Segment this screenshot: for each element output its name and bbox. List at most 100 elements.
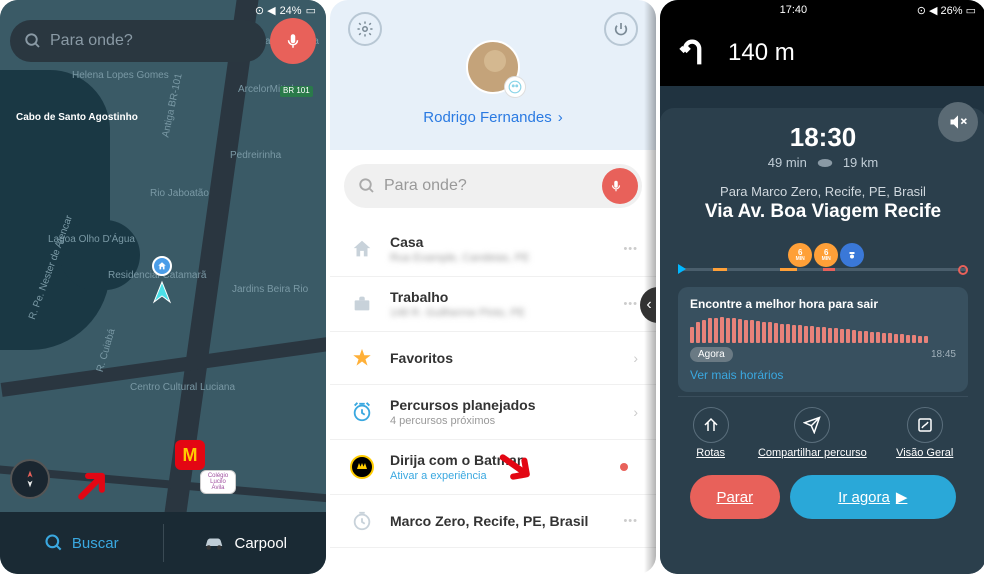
- username-link[interactable]: Rodrigo Fernandes ›: [423, 109, 562, 138]
- traffic-bars: [690, 317, 956, 343]
- route-screen: 17:40 ⊙ ◀ 26% ▭ 140 m 18:30 49 min 19 km…: [660, 0, 984, 574]
- menu-item-recent[interactable]: Marco Zero, Recife, PE, Brasil •••: [330, 495, 656, 548]
- search-icon: [24, 32, 42, 50]
- now-badge: Agora: [690, 347, 733, 362]
- voice-search-button[interactable]: [270, 18, 316, 64]
- search-placeholder: Para onde?: [50, 32, 133, 50]
- more-icon[interactable]: •••: [623, 243, 638, 255]
- more-icon[interactable]: •••: [623, 515, 638, 527]
- item-title: Percursos planejados: [390, 397, 633, 413]
- eta-block: 18:30 49 min 19 km: [678, 122, 968, 170]
- map-label: Rio Jaboatão: [150, 188, 209, 199]
- power-button[interactable]: [604, 12, 638, 46]
- menu-item-planned[interactable]: Percursos planejados 4 percursos próximos…: [330, 385, 656, 440]
- item-title: Casa: [390, 234, 623, 250]
- timeline-end-icon: [958, 265, 968, 275]
- buscar-tab[interactable]: Buscar: [0, 512, 163, 574]
- map-label: Helena Lopes Gomes: [72, 70, 169, 81]
- voice-search-button[interactable]: [602, 168, 638, 204]
- chevron-right-icon: ›: [558, 109, 563, 126]
- map-label: Cabo de Santo Agostinho: [16, 112, 138, 123]
- location-indicator-icon: ⊙ ◀: [917, 5, 941, 17]
- route-timeline: 6MIN 6MIN: [678, 241, 968, 271]
- item-title: Dirija com o Batman: [390, 452, 620, 468]
- share-button[interactable]: Compartilhar percurso: [758, 407, 867, 459]
- star-icon: [348, 344, 376, 372]
- route-panel: 18:30 49 min 19 km Para Marco Zero, Reci…: [660, 108, 984, 574]
- briefcase-icon: [348, 290, 376, 318]
- search-icon: [358, 177, 376, 195]
- notification-dot-icon: [620, 463, 628, 471]
- stop-button[interactable]: Parar: [690, 475, 780, 519]
- item-title: Favoritos: [390, 350, 633, 366]
- menu-item-home[interactable]: Casa Rua Example, Candeias, PE •••: [330, 222, 656, 277]
- search-bar[interactable]: Para onde?: [10, 20, 266, 62]
- arrival-time: 18:30: [678, 122, 968, 153]
- uturn-icon: [678, 36, 712, 70]
- map-label: Jardins Beira Rio: [232, 284, 308, 295]
- send-icon: [803, 416, 821, 434]
- clock-text: 17:40: [780, 4, 808, 16]
- overview-icon: [916, 416, 934, 434]
- carpool-tab[interactable]: Carpool: [164, 512, 327, 574]
- hazard-badge: 6MIN: [814, 243, 838, 267]
- menu-item-work[interactable]: Trabalho148 R. Guilherme Pinto, PE •••: [330, 277, 656, 332]
- lucilo-poi[interactable]: Colégio Lucilo Ávila: [200, 470, 236, 494]
- share-label: Compartilhar percurso: [758, 447, 867, 459]
- routes-label: Rotas: [696, 447, 725, 459]
- speaker-mute-icon: [948, 112, 968, 132]
- best-time-card[interactable]: Encontre a melhor hora para sair Agora 1…: [678, 287, 968, 392]
- more-icon[interactable]: •••: [623, 298, 638, 310]
- battery-icon: ▭: [306, 4, 316, 17]
- go-label: Ir agora: [838, 489, 890, 506]
- mute-button[interactable]: [938, 102, 978, 142]
- search-placeholder: Para onde?: [384, 177, 467, 195]
- menu-list: Casa Rua Example, Candeias, PE ••• Trabal…: [330, 222, 656, 574]
- status-bar: 17:40 ⊙ ◀ 26% ▭: [660, 0, 984, 20]
- clock-icon: [348, 398, 376, 426]
- distance-text: 19 km: [843, 155, 878, 170]
- compass-button[interactable]: [10, 459, 50, 499]
- go-now-button[interactable]: Ir agora ▶: [790, 475, 956, 519]
- item-sub: Rua Example, Candeias, PE: [390, 252, 623, 264]
- compass-icon: [20, 469, 40, 489]
- gear-icon: [356, 20, 374, 38]
- mcdonalds-poi[interactable]: M: [175, 440, 205, 470]
- routes-button[interactable]: Rotas: [693, 407, 729, 459]
- distance-text: 140 m: [728, 39, 795, 67]
- power-icon: [613, 21, 629, 37]
- more-times-link[interactable]: Ver mais horários: [690, 368, 956, 382]
- mic-icon: [609, 179, 623, 193]
- search-bar[interactable]: Para onde?: [344, 164, 642, 208]
- map-screen: Mineração Aurora Helena Lopes Gomes Arce…: [0, 0, 326, 574]
- battery-text: 24%: [280, 5, 302, 17]
- overview-button[interactable]: Visão Geral: [896, 407, 953, 459]
- overview-label: Visão Geral: [896, 447, 953, 459]
- settings-button[interactable]: [348, 12, 382, 46]
- search-icon: [44, 533, 64, 553]
- car-icon: [202, 534, 226, 552]
- item-sub: Ativar a experiência: [390, 470, 620, 482]
- mood-badge-icon: [504, 76, 526, 98]
- battery-text: 26%: [941, 5, 963, 17]
- profile-header: Rodrigo Fernandes ›: [330, 0, 656, 150]
- timeline-start-icon: [678, 264, 686, 274]
- stop-label: Parar: [716, 489, 753, 506]
- option-row: Rotas Compartilhar percurso Visão Geral: [678, 396, 968, 467]
- chevron-right-icon: ›: [633, 404, 638, 420]
- menu-item-favorites[interactable]: Favoritos ›: [330, 332, 656, 385]
- home-pin-icon[interactable]: [152, 256, 172, 276]
- map-canvas[interactable]: Mineração Aurora Helena Lopes Gomes Arce…: [0, 0, 326, 512]
- dest-to: Para Marco Zero, Recife, PE, Brasil: [678, 184, 968, 199]
- bottom-nav: Buscar Carpool: [0, 512, 326, 574]
- username-text: Rodrigo Fernandes: [423, 109, 551, 126]
- chevron-left-icon: ‹: [646, 296, 651, 314]
- map-label: Centro Cultural Luciana: [130, 382, 235, 393]
- time-end: 18:45: [931, 349, 956, 360]
- item-sub: 4 percursos próximos: [390, 415, 633, 427]
- player-marker-icon: [150, 280, 174, 304]
- mic-icon: [284, 32, 302, 50]
- play-icon: ▶: [896, 488, 908, 506]
- hazard-badge: 6MIN: [788, 243, 812, 267]
- menu-item-batman[interactable]: Dirija com o Batman Ativar a experiência: [330, 440, 656, 495]
